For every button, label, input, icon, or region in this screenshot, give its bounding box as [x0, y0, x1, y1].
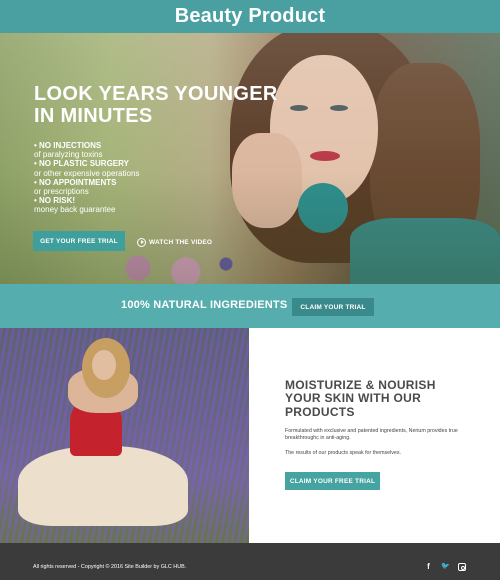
site-header: Beauty Product: [0, 0, 500, 33]
product-heading-line: MOISTURIZE & NOURISH: [285, 378, 436, 392]
hero-title-line: LOOK YEARS YOUNGER: [34, 83, 278, 105]
product-heading-line: PRODUCTS: [285, 404, 355, 419]
product-description: Formulated with exclusive and patented i…: [285, 428, 458, 442]
hero-title: LOOK YEARS YOUNGER IN MINUTES: [34, 83, 294, 127]
twitter-icon[interactable]: 🐦: [441, 562, 450, 571]
copyright-text: All rights reserved - Copyright © 2016 S…: [33, 564, 187, 570]
claim-trial-button[interactable]: CLAIM YOUR TRIAL: [292, 298, 374, 316]
instagram-icon[interactable]: [458, 563, 466, 571]
benefit-sub: money back guarantee: [34, 205, 116, 215]
benefit-item: • NO INJECTIONS of paralyzing toxins: [34, 141, 234, 159]
benefit-sub: or other expensive operations: [34, 168, 140, 178]
social-links: f 🐦: [424, 562, 466, 571]
watch-video-label: WATCH THE VIDEO: [149, 238, 213, 246]
benefit-main: • NO PLASTIC SURGERY: [34, 159, 129, 169]
play-icon: [137, 237, 146, 247]
ingredients-band: 100% NATURAL INGREDIENTS CLAIM YOUR TRIA…: [0, 284, 500, 328]
photo-skirt: [18, 446, 188, 526]
hero-title-line: IN MINUTES: [34, 105, 153, 127]
product-results-text: The results of our products speak for th…: [285, 450, 401, 456]
facebook-icon[interactable]: f: [424, 562, 433, 571]
get-free-trial-button[interactable]: GET YOUR FREE TRIAL: [33, 231, 125, 251]
benefit-sub: or prescriptions: [34, 187, 89, 197]
hero-benefits-list: • NO INJECTIONS of paralyzing toxins • N…: [34, 141, 234, 215]
product-info: MOISTURIZE & NOURISH YOUR SKIN WITH OUR …: [249, 328, 500, 543]
benefit-sub: of paralyzing toxins: [34, 150, 103, 160]
product-heading-line: YOUR SKIN WITH OUR: [285, 391, 422, 406]
product-photo: [0, 328, 249, 543]
benefit-item: • NO RISK! money back guarantee: [34, 196, 234, 214]
photo-face: [92, 350, 116, 380]
site-logo[interactable]: Beauty Product: [175, 5, 326, 28]
hero-section: LOOK YEARS YOUNGER IN MINUTES • NO INJEC…: [0, 33, 500, 284]
product-heading: MOISTURIZE & NOURISH YOUR SKIN WITH OUR …: [285, 378, 455, 419]
watch-video-link[interactable]: WATCH THE VIDEO: [137, 236, 212, 248]
benefit-main: • NO INJECTIONS: [34, 141, 102, 150]
benefit-item: • NO PLASTIC SURGERY or other expensive …: [34, 159, 234, 177]
site-footer: All rights reserved - Copyright © 2016 S…: [0, 543, 500, 580]
ingredients-text: 100% NATURAL INGREDIENTS: [121, 299, 288, 311]
benefit-main: • NO APPOINTMENTS: [34, 177, 117, 187]
claim-free-trial-button[interactable]: CLAIM YOUR FREE TRIAL: [285, 472, 380, 490]
benefit-main: • NO RISK!: [34, 196, 76, 206]
benefit-item: • NO APPOINTMENTS or prescriptions: [34, 178, 234, 196]
